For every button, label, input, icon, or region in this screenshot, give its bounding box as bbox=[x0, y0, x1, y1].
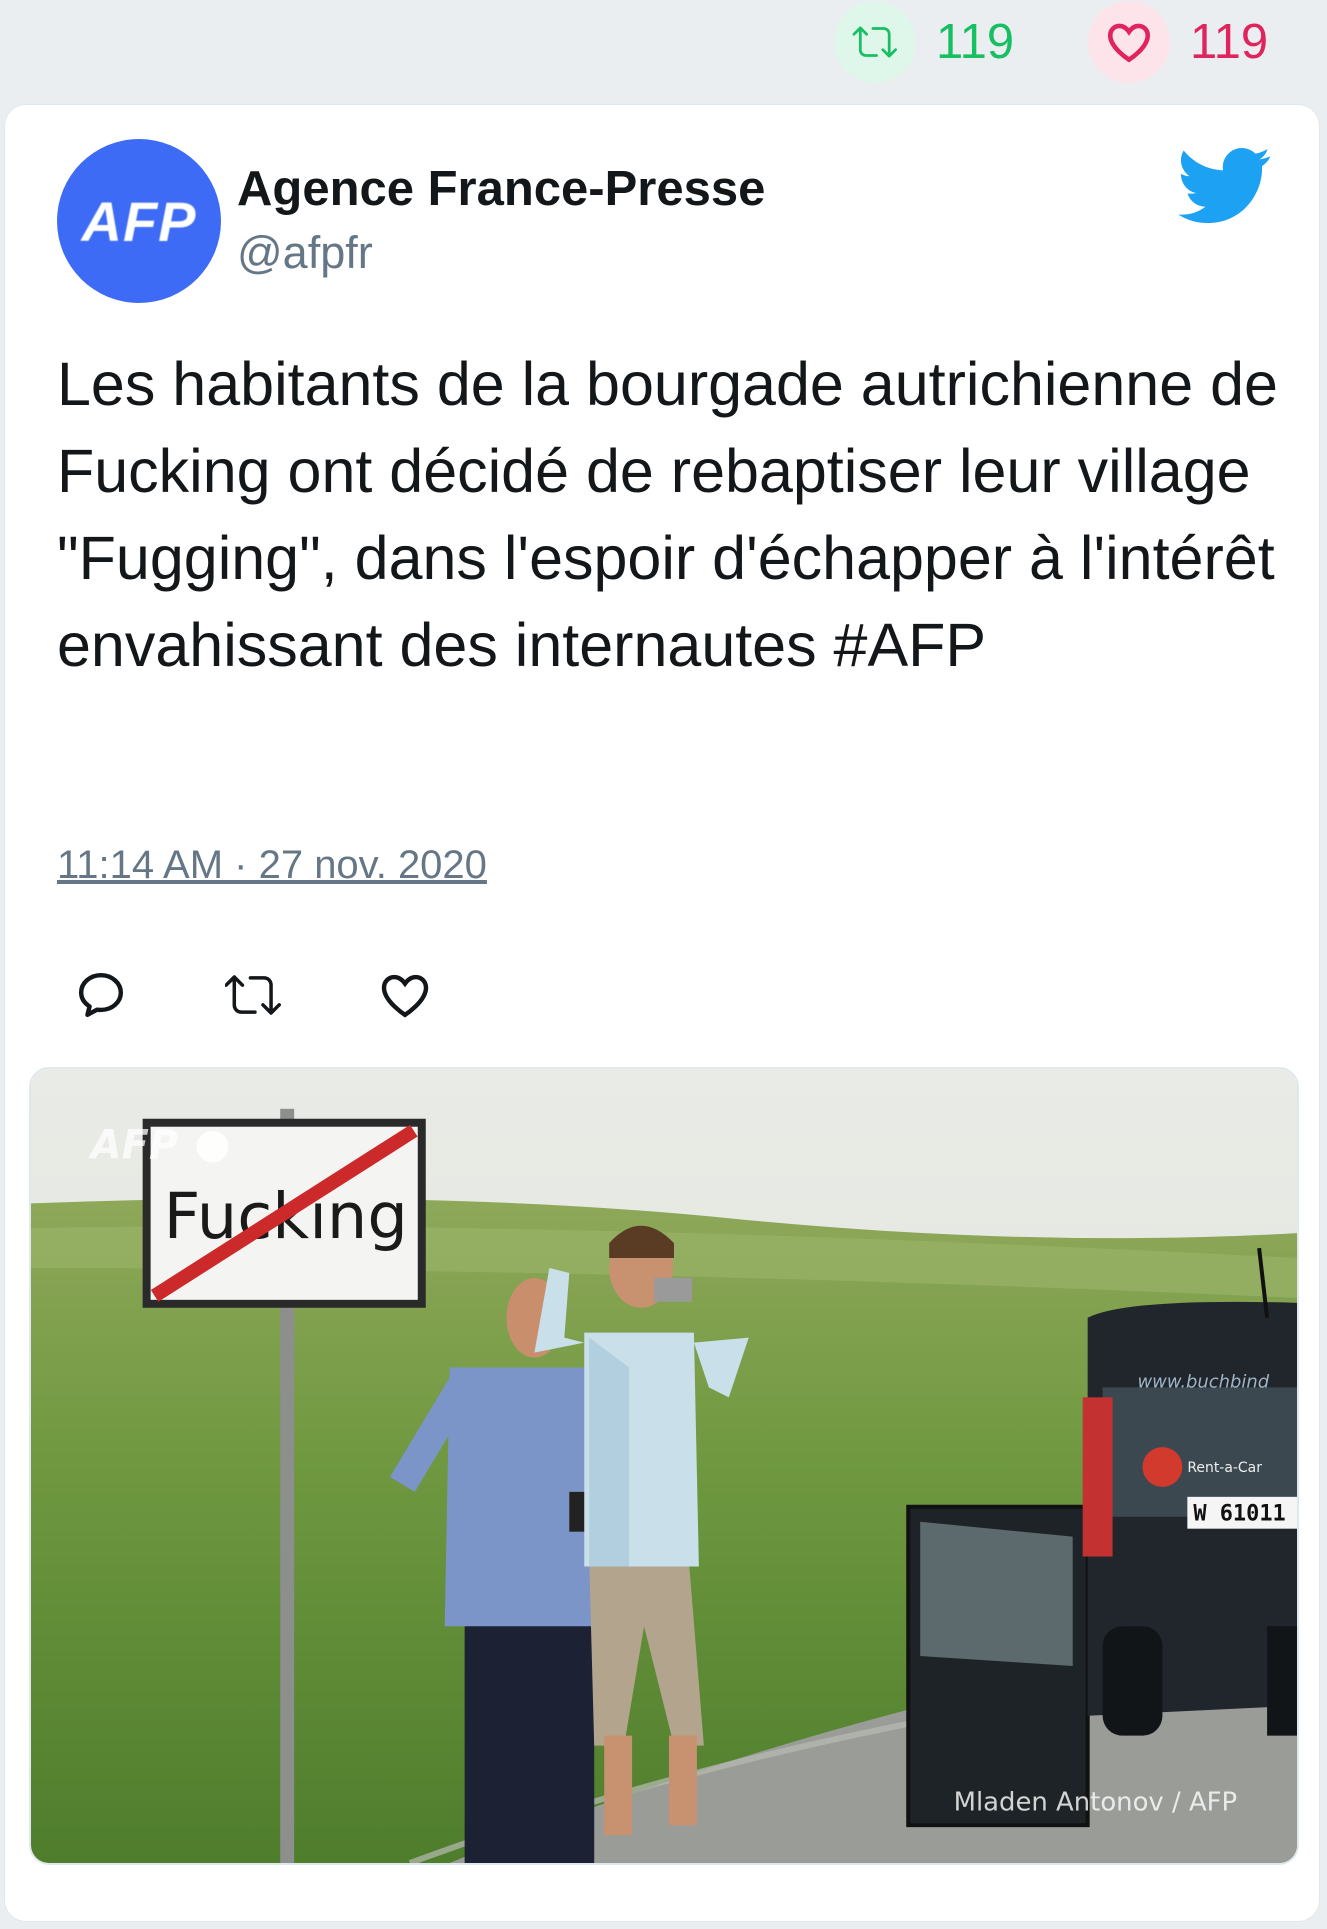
car-plate: W 61011 bbox=[1193, 1502, 1285, 1527]
retweet-icon[interactable] bbox=[834, 1, 916, 83]
tweet-text: Les habitants de la bourgade autrichienn… bbox=[57, 350, 1278, 679]
car-website: www.buchbind bbox=[1138, 1371, 1270, 1392]
engagement-bar: 119 119 bbox=[0, 0, 1327, 100]
tweet-timestamp[interactable]: 11:14 AM · 27 nov. 2020 bbox=[57, 843, 487, 888]
reply-icon[interactable] bbox=[73, 967, 129, 1023]
photo-watermark: AFP bbox=[88, 1123, 178, 1169]
like-count: 119 bbox=[1190, 15, 1269, 69]
retweet-stat[interactable]: 119 bbox=[834, 0, 1014, 84]
like-action-icon[interactable] bbox=[377, 967, 433, 1023]
like-stat[interactable]: 119 bbox=[1088, 0, 1268, 84]
tweet-card[interactable]: AFP Agence France-Presse @afpfr Les habi… bbox=[4, 104, 1320, 1922]
tweet-photo[interactable]: Fucking AFP bbox=[29, 1067, 1299, 1865]
car-rental-label: Rent-a-Car bbox=[1187, 1460, 1262, 1476]
heart-icon[interactable] bbox=[1088, 1, 1170, 83]
retweet-count: 119 bbox=[936, 15, 1015, 69]
twitter-bird-icon[interactable] bbox=[1177, 147, 1273, 225]
avatar-text: AFP bbox=[81, 189, 197, 253]
author-handle[interactable]: @afpfr bbox=[237, 227, 373, 279]
photo-scene: Fucking AFP bbox=[31, 1069, 1297, 1863]
tweet-actions bbox=[73, 965, 529, 1025]
author-name[interactable]: Agence France-Presse bbox=[237, 161, 765, 217]
retweet-action-icon[interactable] bbox=[224, 967, 281, 1023]
avatar[interactable]: AFP bbox=[57, 139, 221, 303]
photo-credit: Mladen Antonov / AFP bbox=[954, 1787, 1238, 1817]
